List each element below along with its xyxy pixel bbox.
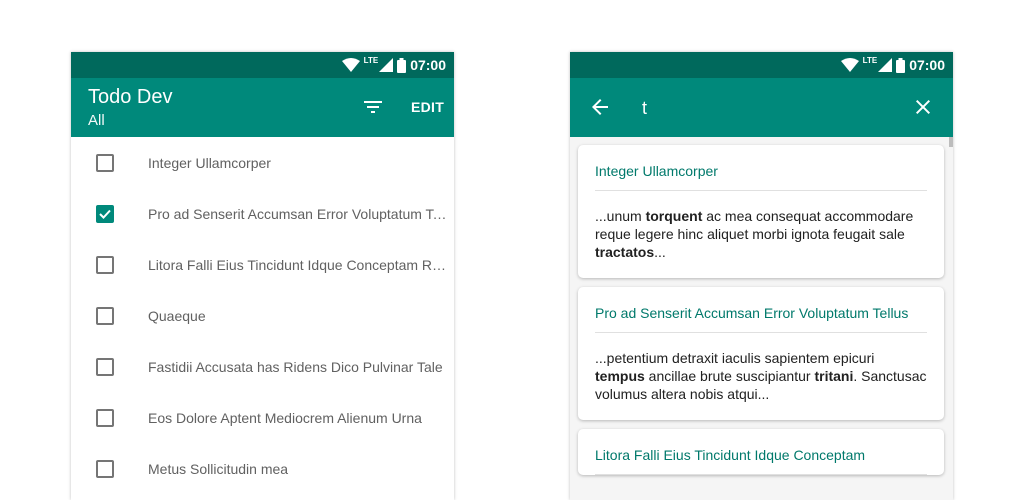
todo-checkbox[interactable] <box>96 357 114 376</box>
snippet-highlight: tempus <box>595 368 645 384</box>
back-button[interactable] <box>588 95 612 119</box>
todo-checkbox[interactable] <box>96 306 114 325</box>
todo-checkbox[interactable] <box>96 459 114 478</box>
clear-search-button[interactable] <box>911 95 935 119</box>
status-bar: LTE 07:00 <box>71 52 454 78</box>
wifi-icon <box>341 58 360 72</box>
battery-icon <box>397 57 407 73</box>
signal-icon <box>878 58 893 72</box>
result-snippet: ...unum torquent ac mea consequat accomm… <box>595 191 927 278</box>
snippet-text: ancillae brute suscipiantur <box>644 368 815 384</box>
todo-label: Pro ad Senserit Accumsan Error Voluptatu… <box>148 205 448 222</box>
status-bar: LTE 07:00 <box>570 52 953 78</box>
todo-item[interactable]: Quaeque <box>71 290 454 341</box>
network-type-label: LTE <box>862 55 878 65</box>
arrow-back-icon <box>592 99 608 115</box>
snippet-text: ...unum <box>595 208 646 224</box>
snippet-text: ... <box>654 244 666 260</box>
todo-label: Eos Dolore Aptent Mediocrem Alienum Urna <box>148 409 422 426</box>
close-icon <box>916 100 930 114</box>
search-result-card[interactable]: Pro ad Senserit Accumsan Error Voluptatu… <box>578 287 944 420</box>
search-results: Integer Ullamcorper ...unum torquent ac … <box>578 145 944 484</box>
app-title: Todo Dev <box>88 86 173 108</box>
snippet-text: ...petentium detraxit iaculis sapientem … <box>595 350 875 366</box>
search-result-card[interactable]: Litora Falli Eius Tincidunt Idque Concep… <box>578 429 944 475</box>
todo-checkbox[interactable] <box>96 408 114 427</box>
todo-checkbox[interactable] <box>96 153 114 172</box>
status-time: 07:00 <box>909 57 945 73</box>
todo-label: Metus Sollicitudin mea <box>148 460 289 477</box>
result-title: Integer Ullamcorper <box>595 145 927 191</box>
search-input[interactable] <box>640 92 894 124</box>
todo-list-screen: LTE 07:00 Todo Dev All EDIT Integer Ulla… <box>71 52 454 500</box>
search-screen: LTE 07:00 Integer Ullamcorper ...unum to… <box>570 52 953 500</box>
check-icon <box>99 209 111 219</box>
todo-label: Integer Ullamcorper <box>148 154 271 171</box>
todo-item[interactable]: Eos Dolore Aptent Mediocrem Alienum Urna <box>71 392 454 443</box>
scrollbar-thumb[interactable] <box>949 137 953 147</box>
todo-label: Fastidii Accusata has Ridens Dico Pulvin… <box>148 358 443 375</box>
todo-list: Integer Ullamcorper Pro ad Senserit Accu… <box>71 137 454 494</box>
filter-subtitle: All <box>88 112 105 129</box>
filter-icon <box>364 101 382 113</box>
snippet-highlight: tritani <box>814 368 854 384</box>
todo-item[interactable]: Integer Ullamcorper <box>71 137 454 188</box>
todo-item[interactable]: Litora Falli Eius Tincidunt Idque Concep… <box>71 239 454 290</box>
result-snippet: ...petentium detraxit iaculis sapientem … <box>595 333 927 420</box>
network-type-label: LTE <box>363 55 379 65</box>
todo-item[interactable]: Metus Sollicitudin mea <box>71 443 454 494</box>
todo-item[interactable]: Fastidii Accusata has Ridens Dico Pulvin… <box>71 341 454 392</box>
app-bar: Todo Dev All EDIT <box>71 78 454 137</box>
snippet-highlight: tractatos <box>595 244 655 260</box>
result-title: Pro ad Senserit Accumsan Error Voluptatu… <box>595 287 927 333</box>
todo-label: Litora Falli Eius Tincidunt Idque Concep… <box>148 256 448 273</box>
wifi-icon <box>840 58 859 72</box>
todo-checkbox[interactable] <box>96 255 114 274</box>
result-title: Litora Falli Eius Tincidunt Idque Concep… <box>595 429 927 475</box>
status-time: 07:00 <box>410 57 446 73</box>
edit-button[interactable]: EDIT <box>411 99 444 115</box>
signal-icon <box>379 58 394 72</box>
search-bar <box>570 78 953 137</box>
filter-button[interactable] <box>361 95 385 119</box>
battery-icon <box>896 57 906 73</box>
todo-label: Quaeque <box>148 307 206 324</box>
todo-item[interactable]: Pro ad Senserit Accumsan Error Voluptatu… <box>71 188 454 239</box>
search-result-card[interactable]: Integer Ullamcorper ...unum torquent ac … <box>578 145 944 278</box>
todo-checkbox-checked[interactable] <box>96 204 114 223</box>
snippet-highlight: torquent <box>645 208 703 224</box>
